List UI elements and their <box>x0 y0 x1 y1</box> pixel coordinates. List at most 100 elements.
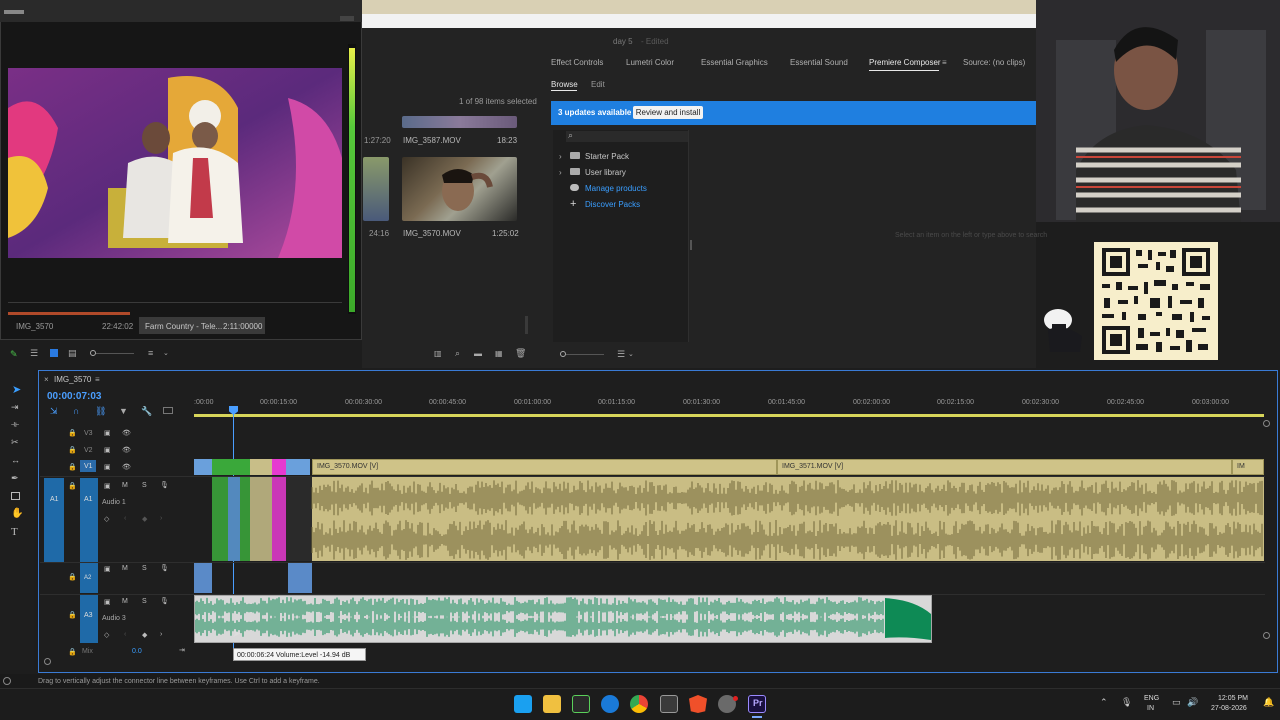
monitor-resize-handle[interactable] <box>340 16 354 21</box>
panel-divider-handle[interactable] <box>690 240 692 250</box>
captions-icon[interactable] <box>163 407 173 414</box>
monitor-scrub-line[interactable] <box>8 302 342 303</box>
timecode-display[interactable]: 00:00:07:03 <box>47 391 101 402</box>
clock-date[interactable]: 27-08-2026 <box>1211 705 1247 712</box>
track-a3-clip[interactable] <box>194 595 932 643</box>
vertical-scroll-handle[interactable] <box>1263 632 1270 639</box>
review-install-button[interactable]: Review and install <box>633 106 703 119</box>
keyframe-icon[interactable]: ◇ <box>104 631 109 639</box>
v1-clip-green[interactable] <box>212 459 250 475</box>
subtab-edit[interactable]: Edit <box>591 80 605 89</box>
clip-img-partial[interactable]: IM <box>1232 459 1264 475</box>
new-item-icon[interactable]: ▦ <box>495 349 503 358</box>
tab-lumetri-color[interactable]: Lumetri Color <box>626 58 674 67</box>
solo-button[interactable]: S <box>142 598 147 605</box>
composer-view-icon[interactable]: ☰ <box>617 349 625 360</box>
panel-menu-icon[interactable]: ≡ <box>942 58 947 67</box>
track-select-tool-icon[interactable]: ⇥ <box>11 402 19 413</box>
language-indicator[interactable]: ENG <box>1144 695 1159 702</box>
keyframe-prev-icon[interactable]: ‹ <box>124 515 126 522</box>
razor-tool-icon[interactable]: ✂ <box>11 437 19 448</box>
project-thumb-3570[interactable] <box>402 157 517 221</box>
work-area-bar[interactable] <box>194 414 1264 417</box>
keyframe-prev-icon[interactable]: ‹ <box>124 631 126 638</box>
video-frame[interactable] <box>8 68 342 258</box>
manage-products-link[interactable]: Manage products <box>585 184 647 193</box>
windows-start-icon[interactable] <box>514 695 532 713</box>
composer-search-input[interactable] <box>566 131 688 142</box>
clock-time[interactable]: 12:05 PM <box>1218 695 1248 702</box>
network-icon[interactable]: ▭ <box>1172 697 1181 708</box>
discover-packs-link[interactable]: Discover Packs <box>585 200 640 209</box>
sort-icon[interactable]: ≡ <box>148 348 153 358</box>
sync-lock-icon[interactable]: ▣ <box>104 598 111 606</box>
eye-icon[interactable]: 👁 <box>122 429 131 437</box>
microphone-icon[interactable]: 🎙 <box>160 481 169 489</box>
sync-lock-icon[interactable]: ▣ <box>104 463 111 471</box>
keyframe-icon[interactable]: ◇ <box>104 515 109 523</box>
a1-waveform[interactable] <box>194 477 1264 561</box>
track-label-v3[interactable]: V3 <box>84 430 93 437</box>
tree-user-library[interactable]: User library <box>585 168 626 177</box>
nest-icon[interactable]: ⇲ <box>50 406 58 417</box>
sync-lock-icon[interactable]: ▣ <box>104 446 111 454</box>
hand-tool-icon[interactable]: ✋ <box>11 508 23 519</box>
chevron-up-icon[interactable]: ⌃ <box>1100 697 1108 708</box>
chevron-right-icon[interactable]: › <box>559 168 562 177</box>
tab-essential-graphics[interactable]: Essential Graphics <box>701 58 768 67</box>
eye-icon[interactable]: 👁 <box>122 463 131 471</box>
sync-lock-icon[interactable]: ▣ <box>104 565 111 573</box>
eye-icon[interactable]: 👁 <box>122 446 131 454</box>
microphone-icon[interactable]: 🎙 <box>1121 697 1132 708</box>
microphone-icon[interactable]: 🎙 <box>160 564 169 572</box>
zoom-slider-track[interactable] <box>96 353 134 354</box>
chevron-down-icon[interactable]: ⌄ <box>628 350 634 358</box>
mute-button[interactable]: M <box>122 565 128 572</box>
region-indicator[interactable]: IN <box>1147 705 1154 712</box>
program-monitor-titlebar[interactable] <box>0 0 362 22</box>
mute-button[interactable]: M <box>122 482 128 489</box>
keyframe-add-icon[interactable]: ◆ <box>142 515 147 523</box>
a2-clip[interactable] <box>194 563 212 593</box>
lock-icon[interactable]: 🔒 <box>68 611 77 619</box>
tab-effect-controls[interactable]: Effect Controls <box>551 58 603 67</box>
notification-bell-icon[interactable]: 🔔 <box>1263 697 1274 708</box>
sequence-menu-icon[interactable]: ≡ <box>95 375 100 384</box>
selection-tool-icon[interactable]: ➤ <box>12 383 21 396</box>
tree-starter-pack[interactable]: Starter Pack <box>585 152 629 161</box>
v1-clip-blue-2[interactable] <box>286 459 310 475</box>
clip-img-3571[interactable]: IMG_3571.MOV [V] <box>777 459 1232 475</box>
keyframe-next-icon[interactable]: › <box>160 515 162 522</box>
linked-selection-icon[interactable]: ⛓ <box>95 406 106 417</box>
lock-icon[interactable]: 🔒 <box>68 573 77 581</box>
terminal-icon[interactable] <box>572 695 590 713</box>
sync-lock-icon[interactable]: ▣ <box>104 429 111 437</box>
icon-view-icon[interactable] <box>50 349 58 357</box>
track-label-v2[interactable]: V2 <box>84 447 93 454</box>
subtab-browse[interactable]: Browse <box>551 80 578 89</box>
store-icon[interactable] <box>660 695 678 713</box>
keyframe-add-icon[interactable]: ◆ <box>142 631 147 639</box>
source-patch-a1[interactable] <box>44 478 64 562</box>
rectangle-tool-icon[interactable] <box>11 492 20 500</box>
sync-lock-icon[interactable]: ▣ <box>104 482 111 490</box>
slip-tool-icon[interactable]: ↔ <box>11 455 20 465</box>
tab-source[interactable]: Source: (no clips) <box>963 58 1025 67</box>
keyframe-next-icon[interactable]: › <box>160 631 162 638</box>
pen-tool-icon[interactable]: ✒ <box>11 473 19 484</box>
tab-essential-sound[interactable]: Essential Sound <box>790 58 848 67</box>
brave-browser-icon[interactable] <box>689 695 707 713</box>
chrome-icon[interactable] <box>630 695 648 713</box>
tab-premiere-composer[interactable]: Premiere Composer <box>869 58 941 67</box>
chevron-right-icon[interactable]: › <box>559 152 562 161</box>
horizontal-scroll-handle[interactable] <box>44 658 51 665</box>
sequence-tab[interactable]: IMG_3570 <box>54 375 91 384</box>
project-scrollbar[interactable] <box>525 316 528 334</box>
v1-clip-cream[interactable] <box>250 459 272 475</box>
search-icon[interactable]: ⌕ <box>455 348 460 359</box>
list-view-icon[interactable]: ☰ <box>30 348 38 359</box>
pencil-icon[interactable]: ✎ <box>10 349 18 359</box>
track-target-a1[interactable] <box>80 478 98 562</box>
type-tool-icon[interactable]: T <box>11 526 18 538</box>
snap-magnet-icon[interactable]: ∩ <box>73 406 79 416</box>
